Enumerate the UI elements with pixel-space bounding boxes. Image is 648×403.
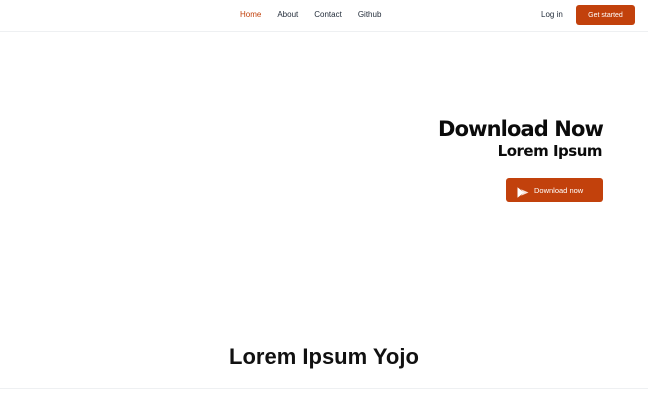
main-nav: Home About Contact Github	[240, 10, 381, 19]
section-divider	[0, 388, 648, 389]
download-now-label: Download now	[534, 185, 584, 195]
nav-link-contact[interactable]: Contact	[314, 10, 342, 19]
nav-link-about[interactable]: About	[277, 10, 298, 19]
nav-link-github[interactable]: Github	[358, 10, 382, 19]
login-link[interactable]: Log in	[541, 10, 563, 19]
top-navbar: Home About Contact Github Log in Get sta…	[0, 0, 648, 32]
get-started-label: Get started	[588, 11, 623, 19]
hero-subtitle: Lorem Ipsum	[497, 142, 603, 160]
download-now-button[interactable]: Download now	[506, 178, 603, 202]
get-started-button[interactable]: Get started	[576, 5, 635, 25]
play-store-icon	[517, 185, 529, 198]
hero-title: Download Now	[438, 117, 604, 141]
nav-link-home[interactable]: Home	[240, 10, 261, 19]
section-heading: Lorem Ipsum Yojo	[229, 344, 419, 369]
